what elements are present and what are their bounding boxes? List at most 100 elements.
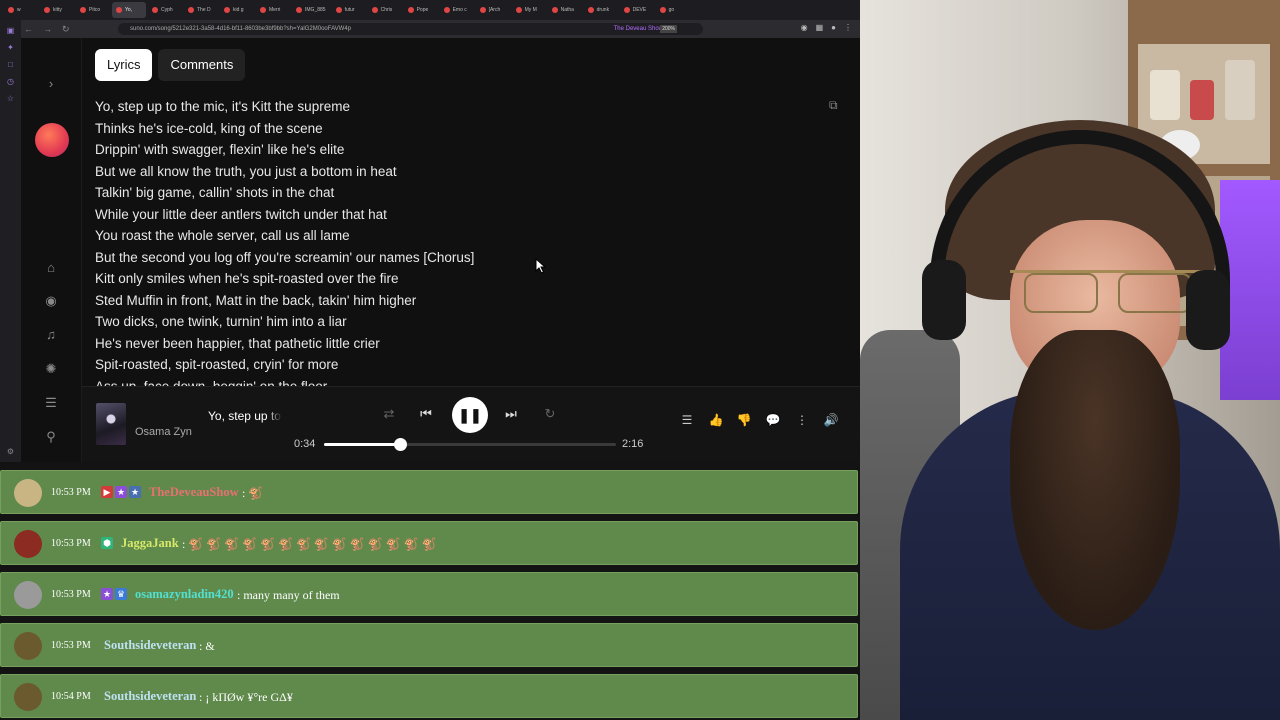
chat-message: 10:53 PM ⬢ JaggaJank: 🐒 🐒 🐒 🐒 🐒 🐒 🐒 🐒 🐒 🐒 … [0,521,858,565]
track-title[interactable]: Yo, step up to [208,409,282,423]
chat-username[interactable]: Southsideveteran [104,638,196,653]
favicon-icon [407,7,414,13]
star-icon[interactable]: ☆ [7,94,14,103]
chat-avatar [14,479,42,507]
tab-lyrics[interactable]: Lyrics [95,49,153,81]
browser-tab[interactable]: Cyph [148,2,182,18]
extension-label[interactable]: The Deveau Show [614,23,663,35]
chat-username[interactable]: JaggaJank [121,536,179,551]
browser-tab[interactable]: Merri [256,2,290,18]
profile-icon[interactable]: ● [831,23,836,32]
chat-avatar [14,632,42,660]
cover-art[interactable] [96,403,126,445]
history-icon[interactable]: ◷ [7,77,14,86]
badge-icon: ♛ [115,588,127,600]
player-bar: Yo, step up to Osama Zyn ⇄ ⏮ ❚❚ ⏭ ↻ 0:34… [82,386,860,462]
progress-slider[interactable] [324,438,616,451]
explore-icon[interactable]: ◉ [39,291,63,311]
favicon-icon [224,7,230,13]
browser-tab[interactable]: Pitco [76,2,110,18]
lyrics-panel: Yo, step up to the mic, it's Kitt the su… [95,96,795,386]
queue-icon[interactable]: ☰ [678,413,696,427]
dislike-icon[interactable]: 👎 [735,413,753,427]
lyric-line: Ass up, face down, beggin' on the floor [95,378,328,387]
hooks-icon[interactable]: ✺ [39,359,63,379]
browser-tab[interactable]: go [656,2,690,18]
forward-icon[interactable]: → [43,24,52,35]
browser-tab[interactable]: The D [184,2,218,18]
library-icon[interactable]: ☰ [39,393,63,413]
settings-icon[interactable]: ⚙ [7,447,14,456]
browser-tab[interactable]: kitty [40,2,74,18]
progress-thumb[interactable] [393,438,407,451]
lyric-line: Yo, step up to the mic, it's Kitt the su… [95,99,350,114]
track-artist[interactable]: Osama Zyn [135,426,192,438]
avatar[interactable] [35,123,69,157]
chat-message: 10:53 PM Southsideveteran: & [0,623,858,667]
browser-tab[interactable]: Natha [548,2,582,18]
more-icon[interactable]: ⋮ [793,413,811,427]
left-nav: › ⌂ ◉ ♫ ✺ ☰ ⚲ [21,38,82,462]
chat-text: : 🐒 [242,486,264,500]
reload-icon[interactable]: ↻ [62,24,70,35]
bookmarks-icon[interactable]: □ [8,60,13,69]
repeat-icon[interactable]: ↻ [540,405,560,423]
chat-timestamp: 10:53 PM [51,487,91,498]
back-icon[interactable]: ← [24,24,33,35]
favicon-icon [80,7,86,13]
search-icon[interactable]: ⚲ [39,427,63,447]
tab-comments[interactable]: Comments [158,49,246,81]
browser-tab[interactable]: Chris [368,2,402,18]
url-text: suno.com/song/5212e321-3a58-4d16-bf11-86… [130,26,351,32]
chat-text: : ¡ kΠØw ¥°re GΔ¥ [199,690,293,704]
create-music-icon[interactable]: ♫ [39,325,63,345]
favicon-icon [335,7,342,13]
browser-tab[interactable]: IMG_885 [292,2,330,18]
sidebar-toggle-icon[interactable]: ▣ [7,26,15,35]
browser-tab[interactable]: w [4,2,38,18]
volume-icon[interactable]: 🔊 [822,413,840,427]
next-icon[interactable]: ⏭ [501,405,521,423]
chat-username[interactable]: osamazynladin420 [135,587,234,602]
browser-tab[interactable]: Pope [404,2,438,18]
favicon-icon [260,7,266,13]
like-icon[interactable]: 👍 [707,413,725,427]
shuffle-icon[interactable]: ⇄ [379,405,399,423]
lyric-line: Spit-roasted, spit-roasted, cryin' for m… [95,357,339,372]
browser-tab[interactable]: Emo c [440,2,474,18]
tab-label: [Arch [488,7,501,13]
lyric-line: He's never been happier, that pathetic l… [95,335,380,351]
suno-app: › ⌂ ◉ ♫ ✺ ☰ ⚲ Lyrics Comments Yo, step u… [21,38,860,462]
comment-icon[interactable]: 💬 [764,413,782,427]
browser-tab[interactable]: [Arch [476,2,510,18]
browser-tab[interactable]: DEVE [620,2,654,18]
previous-icon[interactable]: ⏮ [416,405,436,423]
chat-message: 10:54 PM Southsideveteran: ¡ kΠØw ¥°re GΔ… [0,674,858,718]
expand-chevron-icon[interactable]: › [39,74,63,94]
browser-tab[interactable]: futur [332,2,366,18]
home-icon[interactable]: ⌂ [39,258,63,278]
lyric-line: Thinks he's ice-cold, king of the scene [95,120,323,136]
extension-icon[interactable]: ◉ [801,23,808,32]
leo-icon[interactable]: ✦ [7,43,14,52]
favicon-icon [443,7,450,13]
favicon-icon [371,7,378,13]
screen: { "browser": { "tabs": [ {"label": "w"},… [0,0,1280,720]
browser-tab[interactable]: drunk [584,2,618,18]
browser-tab[interactable]: My M [512,2,546,18]
browser-tab[interactable]: kid g [220,2,254,18]
zoom-badge[interactable]: 200% [660,25,677,33]
copy-icon[interactable]: ⧉ [829,98,838,113]
nav-buttons: ← → ↻ [24,24,70,35]
tab-label: kid g [233,7,244,13]
chat-username[interactable]: TheDeveauShow [149,485,239,500]
browser-tab[interactable]: Yo, [112,2,146,18]
chat-username[interactable]: Southsideveteran [104,689,196,704]
tab-label: Pope [416,7,429,13]
url-field[interactable]: suno.com/song/5212e321-3a58-4d16-bf11-86… [118,23,703,35]
pause-button[interactable]: ❚❚ [452,397,488,433]
chat-avatar [14,683,42,711]
menu-icon[interactable]: ⋮ [844,23,852,32]
lyric-line: Drippin' with swagger, flexin' like he's… [95,142,345,157]
puzzle-icon[interactable]: ▦ [816,23,824,32]
